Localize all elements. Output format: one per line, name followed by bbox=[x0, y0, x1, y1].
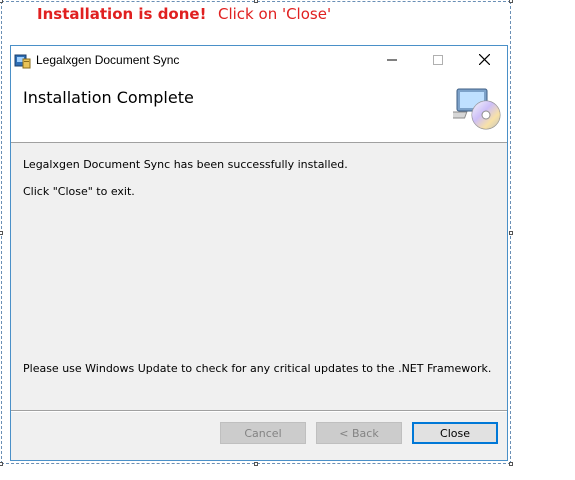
success-message: Legalxgen Document Sync has been success… bbox=[23, 158, 348, 171]
close-button[interactable]: Close bbox=[412, 422, 498, 444]
resize-handle-bottom-right bbox=[509, 462, 513, 466]
resize-handle-top-middle bbox=[254, 0, 258, 3]
resize-handle-bottom-middle bbox=[254, 462, 258, 466]
minimize-button[interactable] bbox=[369, 46, 415, 76]
maximize-icon bbox=[433, 52, 443, 70]
header-banner: Installation Complete bbox=[11, 76, 507, 143]
close-icon bbox=[478, 52, 490, 70]
installer-icon bbox=[14, 52, 31, 69]
resize-handle-top-right bbox=[509, 0, 513, 3]
window-title: Legalxgen Document Sync bbox=[36, 53, 180, 67]
resize-handle-top-left bbox=[0, 0, 3, 3]
installer-window: Legalxgen Document Sync Installation Com… bbox=[10, 45, 508, 461]
minimize-icon bbox=[387, 52, 397, 70]
windows-update-note: Please use Windows Update to check for a… bbox=[23, 362, 492, 375]
annotation-headline: Installation is done! bbox=[37, 5, 207, 23]
resize-handle-middle-right bbox=[509, 231, 513, 235]
computer-cd-icon bbox=[441, 84, 503, 134]
resize-handle-bottom-left bbox=[0, 462, 3, 466]
close-window-button[interactable] bbox=[461, 46, 507, 76]
maximize-button[interactable] bbox=[415, 46, 461, 76]
button-divider-highlight bbox=[11, 411, 507, 412]
resize-handle-middle-left bbox=[0, 231, 3, 235]
title-bar[interactable]: Legalxgen Document Sync bbox=[11, 46, 507, 76]
back-button[interactable]: < Back bbox=[316, 422, 402, 444]
exit-instruction: Click "Close" to exit. bbox=[23, 185, 135, 198]
annotation-instruction: Click on 'Close' bbox=[218, 5, 332, 23]
cancel-button[interactable]: Cancel bbox=[220, 422, 306, 444]
page-title: Installation Complete bbox=[23, 88, 194, 107]
